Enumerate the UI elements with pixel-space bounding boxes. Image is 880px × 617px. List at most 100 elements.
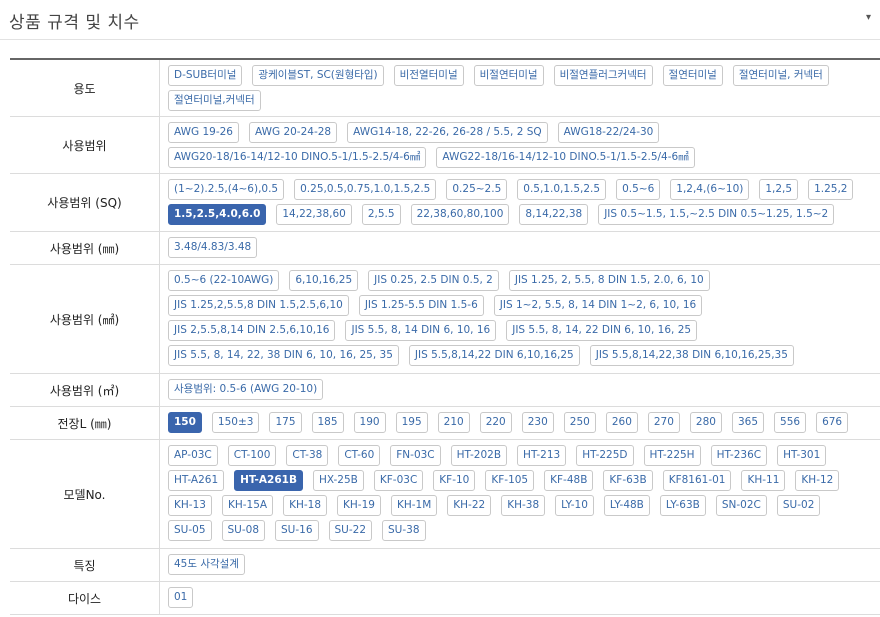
spec-option-chip[interactable]: HT-202B	[450, 445, 508, 466]
spec-option-chip[interactable]: KF-10	[433, 470, 476, 491]
spec-option-chip[interactable]: 250	[563, 412, 596, 433]
spec-option-chip[interactable]: JIS 1.25,2,5.5,8 DIN 1.5,2.5,6,10	[168, 295, 349, 316]
spec-option-chip[interactable]: 절연터미널	[662, 65, 723, 86]
spec-option-chip[interactable]: LY-48B	[603, 495, 650, 516]
spec-option-chip[interactable]: JIS 5.5, 8, 14, 22 DIN 6, 10, 16, 25	[506, 320, 698, 341]
spec-option-chip-selected[interactable]: HT-A261B	[234, 470, 303, 491]
spec-option-chip[interactable]: 365	[731, 412, 765, 433]
spec-option-chip[interactable]: 절연터미널,커넥터	[168, 90, 261, 111]
spec-option-chip[interactable]: JIS 0.5~1.5, 1.5,~2.5 DIN 0.5~1.25, 1.5~…	[598, 204, 835, 225]
spec-option-chip[interactable]: AWG20-18/16-14/12-10 DINO.5-1/1.5-2.5/4-…	[168, 147, 427, 168]
spec-option-chip-selected[interactable]: 150	[168, 412, 202, 433]
spec-option-chip[interactable]: (1~2).2.5,(4~6),0.5	[168, 179, 285, 200]
spec-option-chip[interactable]: 3.48/4.83/3.48	[168, 237, 258, 258]
spec-option-chip[interactable]: CT-38	[286, 445, 329, 466]
spec-option-chip[interactable]: 185	[311, 412, 344, 433]
spec-option-chip[interactable]: 1.25,2	[808, 179, 854, 200]
chevron-down-icon[interactable]: ▾	[866, 12, 880, 26]
spec-option-chip[interactable]: 230	[521, 412, 554, 433]
spec-option-chip[interactable]: 556	[774, 412, 807, 433]
spec-option-chip[interactable]: LY-63B	[659, 495, 706, 516]
spec-option-chip[interactable]: 비절연터미널	[473, 65, 544, 86]
spec-option-chip[interactable]: KH-1M	[390, 495, 438, 516]
spec-option-chip[interactable]: 사용범위: 0.5-6 (AWG 20-10)	[168, 379, 324, 400]
spec-option-chip[interactable]: AWG 20-24-28	[248, 122, 338, 143]
spec-option-chip[interactable]: LY-10	[555, 495, 594, 516]
spec-option-chip[interactable]: 1,2,5	[759, 179, 799, 200]
spec-option-chip[interactable]: KF8161-01	[662, 470, 732, 491]
spec-option-chip[interactable]: D-SUB터미널	[168, 65, 243, 86]
spec-option-chip[interactable]: AWG14-18, 22-26, 26-28 / 5.5, 2 SQ	[347, 122, 548, 143]
spec-option-chip[interactable]: 210	[437, 412, 470, 433]
spec-option-chip[interactable]: 175	[269, 412, 302, 433]
spec-option-chip[interactable]: HT-225H	[643, 445, 701, 466]
spec-option-chip[interactable]: KH-13	[168, 495, 212, 516]
spec-option-chip[interactable]: 676	[816, 412, 849, 433]
spec-option-chip[interactable]: KF-105	[485, 470, 535, 491]
spec-option-chip[interactable]: FN-03C	[390, 445, 441, 466]
spec-option-chip[interactable]: KF-48B	[544, 470, 594, 491]
spec-option-chip[interactable]: 150±3	[211, 412, 260, 433]
spec-option-chip[interactable]: 270	[647, 412, 680, 433]
spec-option-chip[interactable]: HT-A261	[168, 470, 225, 491]
spec-option-chip[interactable]: 1,2,4,(6~10)	[670, 179, 750, 200]
spec-option-chip[interactable]: CT-60	[338, 445, 381, 466]
spec-option-chip[interactable]: AWG 19-26	[168, 122, 239, 143]
spec-option-chip[interactable]: 01	[168, 587, 194, 608]
spec-option-chip[interactable]: 0.5,1.0,1.5,2.5	[517, 179, 607, 200]
spec-option-chip[interactable]: HT-236C	[710, 445, 768, 466]
spec-option-chip[interactable]: 195	[395, 412, 428, 433]
spec-option-chip[interactable]: SU-02	[776, 495, 821, 516]
spec-option-chip[interactable]: KH-19	[337, 495, 381, 516]
spec-option-chip[interactable]: HX-25B	[312, 470, 364, 491]
spec-option-chip[interactable]: SU-22	[328, 520, 372, 541]
spec-option-chip[interactable]: 280	[689, 412, 722, 433]
spec-option-chip[interactable]: AP-03C	[168, 445, 218, 466]
spec-option-chip[interactable]: SU-05	[168, 520, 212, 541]
spec-option-chip[interactable]: SU-16	[275, 520, 319, 541]
spec-option-chip[interactable]: 190	[353, 412, 386, 433]
spec-option-chip[interactable]: 8,14,22,38	[519, 204, 589, 225]
spec-option-chip[interactable]: JIS 1.25, 2, 5.5, 8 DIN 1.5, 2.0, 6, 10	[508, 270, 710, 291]
spec-option-chip[interactable]: SN-02C	[715, 495, 767, 516]
spec-option-chip[interactable]: JIS 1~2, 5.5, 8, 14 DIN 1~2, 6, 10, 16	[493, 295, 703, 316]
spec-option-chip[interactable]: HT-213	[517, 445, 567, 466]
spec-option-chip[interactable]: HT-301	[777, 445, 827, 466]
spec-option-chip[interactable]: 45도 사각설계	[168, 554, 245, 575]
spec-option-chip[interactable]: KH-38	[501, 495, 546, 516]
spec-option-chip[interactable]: 0.5~6 (22-10AWG)	[168, 270, 280, 291]
spec-option-chip[interactable]: 0.25~2.5	[446, 179, 508, 200]
spec-option-chip[interactable]: 14,22,38,60	[276, 204, 352, 225]
spec-option-chip[interactable]: JIS 5.5, 8, 14 DIN 6, 10, 16	[345, 320, 497, 341]
spec-option-chip[interactable]: 광케이블ST, SC(원형타입)	[252, 65, 384, 86]
spec-option-chip[interactable]: 0.25,0.5,0.75,1.0,1.5,2.5	[294, 179, 437, 200]
spec-option-chip[interactable]: 절연터미널, 커넥터	[732, 65, 829, 86]
spec-option-chip[interactable]: AWG22-18/16-14/12-10 DINO.5-1/1.5-2.5/4-…	[436, 147, 695, 168]
spec-option-chip[interactable]: JIS 1.25-5.5 DIN 1.5-6	[358, 295, 484, 316]
spec-option-chip[interactable]: KH-18	[283, 495, 327, 516]
spec-option-chip[interactable]: 비전열터미널	[393, 65, 464, 86]
spec-option-chip[interactable]: JIS 0.25, 2.5 DIN 0.5, 2	[368, 270, 499, 291]
spec-option-chip[interactable]: KH-22	[447, 495, 492, 516]
spec-option-chip[interactable]: KH-15A	[221, 495, 274, 516]
spec-option-chip[interactable]: 220	[479, 412, 512, 433]
spec-option-chip[interactable]: HT-225D	[576, 445, 634, 466]
spec-option-chip-selected[interactable]: 1.5,2.5,4.0,6.0	[168, 204, 267, 225]
spec-option-chip[interactable]: KF-63B	[603, 470, 653, 491]
spec-option-chip[interactable]: JIS 2,5.5,8,14 DIN 2.5,6,10,16	[168, 320, 336, 341]
spec-option-chip[interactable]: KH-11	[741, 470, 786, 491]
spec-option-chip[interactable]: JIS 5.5,8,14,22 DIN 6,10,16,25	[408, 345, 580, 366]
spec-option-chip[interactable]: 22,38,60,80,100	[410, 204, 510, 225]
spec-option-chip[interactable]: JIS 5.5,8,14,22,38 DIN 6,10,16,25,35	[589, 345, 794, 366]
spec-option-chip[interactable]: JIS 5.5, 8, 14, 22, 38 DIN 6, 10, 16, 25…	[168, 345, 399, 366]
spec-option-chip[interactable]: KH-12	[795, 470, 840, 491]
spec-option-chip[interactable]: 6,10,16,25	[289, 270, 359, 291]
spec-option-chip[interactable]: 260	[605, 412, 638, 433]
spec-option-chip[interactable]: KF-03C	[373, 470, 424, 491]
spec-option-chip[interactable]: SU-08	[221, 520, 265, 541]
spec-option-chip[interactable]: CT-100	[227, 445, 277, 466]
spec-option-chip[interactable]: 0.5~6	[616, 179, 661, 200]
spec-option-chip[interactable]: 2,5.5	[361, 204, 401, 225]
spec-option-chip[interactable]: SU-38	[382, 520, 426, 541]
spec-option-chip[interactable]: AWG18-22/24-30	[557, 122, 660, 143]
